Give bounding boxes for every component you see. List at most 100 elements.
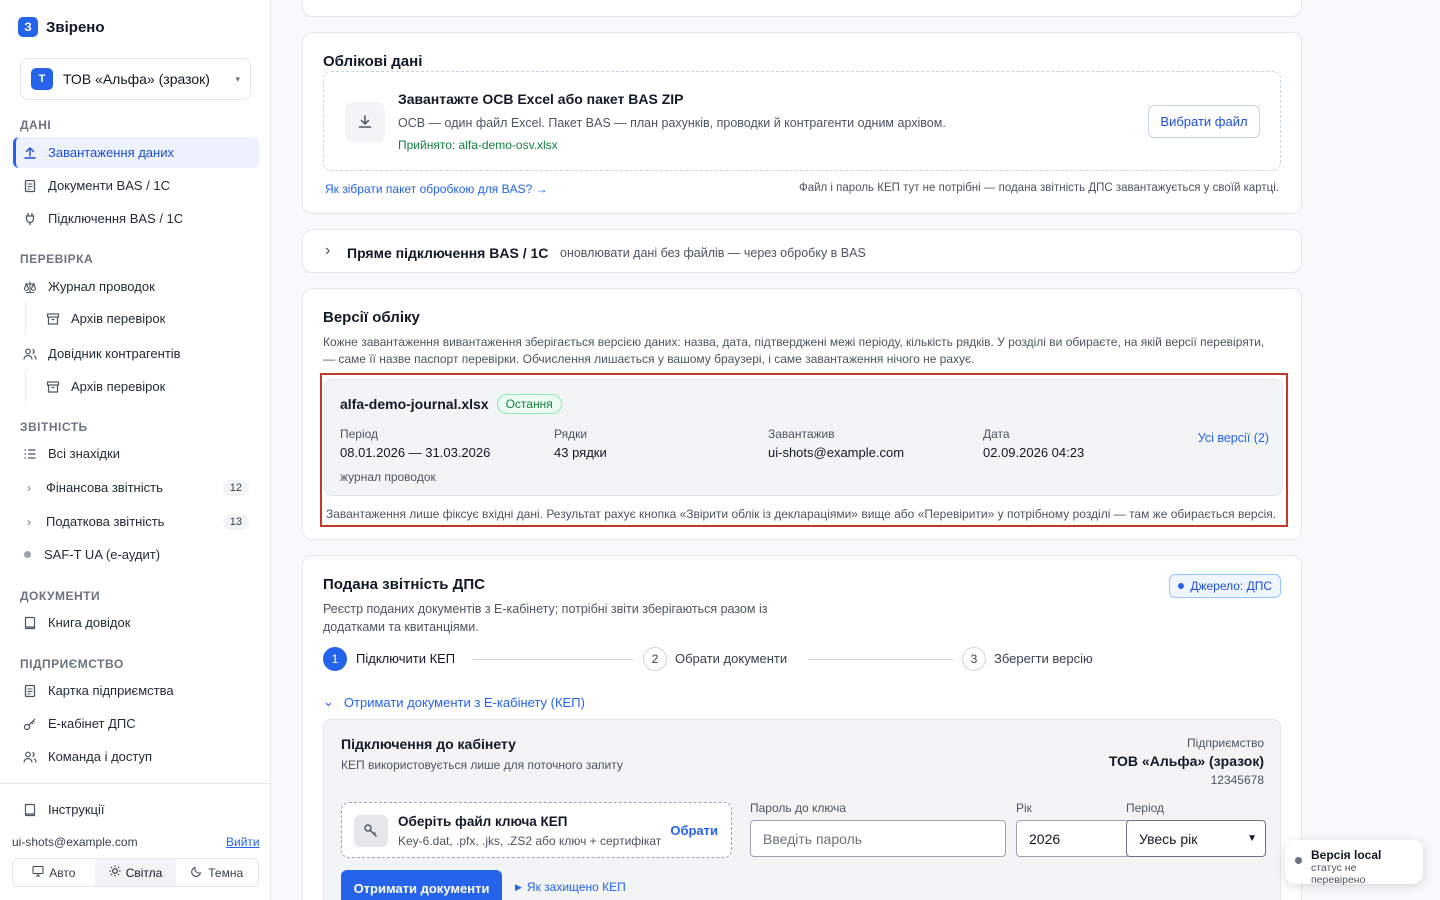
connection-title: Підключення до кабінету	[341, 736, 516, 752]
kep-protection-link[interactable]: ▶ Як захищено КЕП	[515, 880, 626, 894]
section-company: ПІДПРИЄМСТВО	[20, 657, 124, 671]
password-input[interactable]: Введіть пароль	[750, 820, 1006, 857]
sidebar-item-company-card[interactable]: Картка підприємства	[13, 675, 259, 706]
accounting-data-card: Облікові дані Завантажте ОСВ Excel або п…	[302, 32, 1302, 214]
step-3-label: Зберегти версію	[994, 651, 1093, 666]
brand-name: Звірено	[46, 18, 105, 36]
direct-connection-card[interactable]: › Пряме підключення BAS / 1С оновлювати …	[302, 229, 1302, 273]
key-title: Оберіть файл ключа КЕП	[398, 814, 568, 829]
sidebar-item-archive-journal[interactable]: Архів перевірок	[25, 303, 259, 334]
kep-file-picker[interactable]: Оберіть файл ключа КЕП Key-6.dat, .pfx, …	[341, 802, 732, 858]
caret-down-icon: ▼	[1247, 833, 1257, 844]
source-dot-icon	[1178, 583, 1185, 589]
upload-description: ОСВ — один файл Excel. Пакет BAS — план …	[398, 116, 946, 130]
theme-dark-button[interactable]: Темна	[176, 859, 258, 886]
accounting-title: Облікові дані	[323, 53, 423, 70]
sidebar-item-all-findings[interactable]: Всі знахідки	[13, 438, 259, 469]
sidebar-item-label: Фінансова звітність	[46, 480, 163, 495]
dps-description: Реєстр поданих документів з Е-кабінету; …	[323, 602, 768, 634]
how-to-build-link[interactable]: Як зібрати пакет обробкою для BAS? →	[325, 182, 548, 196]
latest-badge: Остання	[496, 394, 562, 414]
theme-dark-label: Темна	[208, 865, 244, 880]
status-dot-icon	[1295, 857, 1302, 864]
sidebar-item-upload[interactable]: Завантаження даних	[13, 137, 259, 168]
version-filename: alfa-demo-journal.xlsx	[340, 396, 489, 412]
step-3-number[interactable]: 3	[962, 647, 986, 671]
sidebar-item-label: Довідник контрагентів	[48, 346, 181, 361]
triangle-right-icon: ▶	[515, 881, 522, 892]
theme-auto-button[interactable]: Авто	[13, 859, 95, 886]
versions-title: Версії обліку	[323, 309, 420, 326]
sidebar-item-label: Журнал проводок	[48, 279, 155, 294]
sidebar-item-journal[interactable]: Журнал проводок	[13, 271, 259, 302]
sidebar-item-counterparties[interactable]: Довідник контрагентів	[13, 338, 259, 369]
archive-icon	[45, 379, 61, 395]
year-input[interactable]: 2026	[1016, 820, 1131, 857]
version-type: журнал проводок	[340, 470, 436, 484]
get-documents-button[interactable]: Отримати документи	[341, 870, 502, 900]
logout-link[interactable]: Вийти	[226, 835, 260, 849]
company-label: Підприємство	[1187, 736, 1264, 750]
uploader-label: Завантажив	[768, 427, 835, 441]
chevron-down-icon: ⌄	[323, 694, 334, 709]
step-2-number[interactable]: 2	[643, 647, 667, 671]
upload-dropzone[interactable]: Завантажте ОСВ Excel або пакет BAS ZIP О…	[323, 71, 1281, 171]
versions-card: Версії обліку Кожне завантаження виванта…	[302, 288, 1302, 540]
theme-auto-label: Авто	[49, 865, 76, 880]
book-icon	[22, 615, 38, 631]
period-select[interactable]: Увесь рік ▼	[1126, 820, 1266, 857]
dps-reporting-card: Подана звітність ДПС Джерело: ДПС Реєстр…	[302, 555, 1302, 900]
period-value: 08.01.2026 — 31.03.2026	[340, 445, 491, 460]
sidebar-item-bas-docs[interactable]: Документи BAS / 1С	[13, 170, 259, 201]
connection-description: КЕП використовується лише для поточного …	[341, 758, 623, 772]
sidebar-item-book[interactable]: Книга довідок	[13, 607, 259, 638]
section-check: ПЕРЕВІРКА	[20, 252, 94, 266]
accepted-file: Прийнято: alfa-demo-osv.xlsx	[398, 138, 558, 152]
sidebar-item-label: Документи BAS / 1С	[48, 178, 171, 193]
section-documents: ДОКУМЕНТИ	[20, 589, 101, 603]
sidebar-item-ecabinet[interactable]: Е-кабінет ДПС	[13, 708, 259, 739]
choose-key-button[interactable]: Обрати	[670, 823, 718, 838]
stepper: 1 Підключити КЕП 2 Обрати документи 3 Зб…	[323, 647, 1103, 671]
sidebar-item-archive-counterparties[interactable]: Архів перевірок	[25, 371, 259, 402]
archive-icon	[45, 311, 61, 327]
sidebar-item-label: Архів перевірок	[71, 379, 166, 394]
step-2-label: Обрати документи	[675, 651, 788, 666]
all-versions-link[interactable]: Усі версії (2)	[1198, 431, 1269, 445]
company-name: ТОВ «Альфа» (зразок)	[1108, 753, 1264, 769]
chevron-right-icon[interactable]: ›	[22, 481, 36, 495]
sidebar-item-saft[interactable]: SAF-T UA (е-аудит)	[13, 539, 259, 570]
sidebar-item-tax[interactable]: › Податкова звітність 13	[13, 506, 259, 537]
status-dot-icon	[24, 551, 31, 558]
upload-title: Завантажте ОСВ Excel або пакет BAS ZIP	[398, 91, 684, 107]
theme-switch: Авто Світла Темна	[12, 858, 259, 887]
direct-title: Пряме підключення BAS / 1С	[347, 245, 549, 261]
org-name: ТОВ «Альфа» (зразок)	[63, 71, 210, 87]
rows-value: 43 рядки	[554, 445, 607, 460]
sidebar-item-bas-connect[interactable]: Підключення BAS / 1С	[13, 203, 259, 234]
sidebar-item-team[interactable]: Команда і доступ	[13, 741, 259, 772]
book-icon	[22, 802, 38, 818]
chevron-right-icon[interactable]: ›	[325, 242, 330, 260]
choose-file-button[interactable]: Вибрати файл	[1148, 105, 1260, 138]
kep-protection-label: Як захищено КЕП	[526, 880, 626, 894]
download-icon	[345, 102, 385, 142]
date-value: 02.09.2026 04:23	[983, 445, 1085, 460]
brand[interactable]: З Звірено	[18, 17, 105, 37]
sidebar-item-instructions[interactable]: Інструкції	[13, 794, 259, 825]
period-select-value: Увесь рік	[1139, 830, 1198, 847]
sidebar-divider	[0, 783, 271, 784]
sidebar-item-financial[interactable]: › Фінансова звітність 12	[13, 472, 259, 503]
document-icon	[22, 178, 38, 194]
sidebar-item-label: Підключення BAS / 1С	[48, 211, 184, 226]
sidebar: З Звірено Т ТОВ «Альфа» (зразок) ▾ ДАНІ …	[0, 0, 271, 900]
sidebar-item-label: Інструкції	[48, 802, 105, 817]
chevron-right-icon[interactable]: ›	[22, 515, 36, 529]
upload-icon	[22, 145, 38, 161]
org-selector[interactable]: Т ТОВ «Альфа» (зразок) ▾	[20, 58, 251, 100]
theme-light-button[interactable]: Світла	[94, 859, 177, 886]
sun-icon	[109, 865, 121, 880]
get-docs-toggle[interactable]: ⌄ Отримати документи з Е-кабінету (КЕП)	[323, 694, 585, 710]
key-icon	[354, 815, 388, 847]
step-1-number[interactable]: 1	[323, 647, 347, 671]
